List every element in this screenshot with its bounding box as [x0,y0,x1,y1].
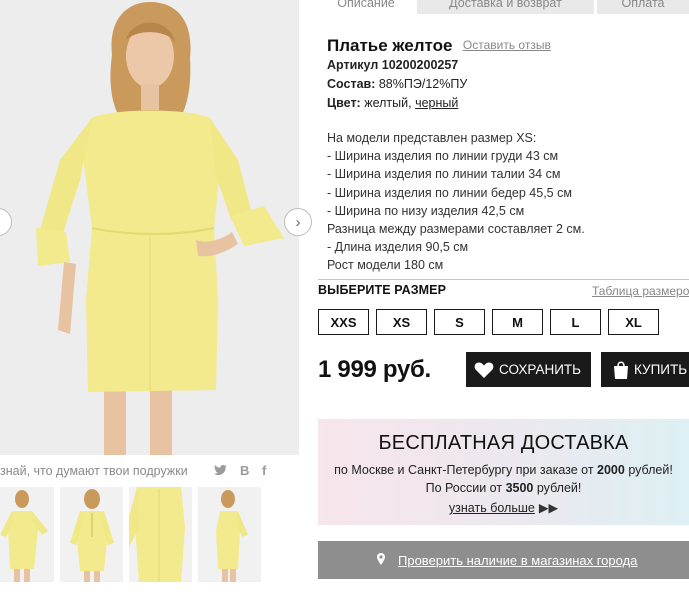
delivery-line-moscow: по Москве и Санкт-Петербургу при заказе … [318,463,689,477]
tab-payment[interactable]: Оплата [597,0,689,14]
buy-button[interactable]: КУПИТЬ [601,352,689,387]
thumbnail-closeup-image [129,487,192,582]
buy-button-label: КУПИТЬ [634,362,688,377]
delivery-text: рублей! [628,463,673,477]
composition-label: Состав: [327,77,376,91]
color-label: Цвет: [327,96,361,110]
size-table-link[interactable]: Таблица размеров [592,284,689,298]
product-price: 1 999 руб. [318,356,431,383]
size-option-l[interactable]: L [550,309,601,335]
chevron-left-icon: ‹ [0,215,1,230]
thumbnail-back-image [60,487,123,582]
check-availability-label: Проверить наличие в магазинах города [398,553,638,568]
sku-label: Артикул [327,58,379,72]
map-pin-icon [376,552,386,569]
vk-icon[interactable]: B [240,463,249,478]
thumbnail-4[interactable] [198,487,261,582]
composition-line: Состав: 88%ПЭ/12%ПУ [327,77,467,91]
size-option-xl[interactable]: XL [608,309,659,335]
description-line: - Длина изделия 90,5 см [327,240,469,255]
size-option-s[interactable]: S [434,309,485,335]
delivery-text: по Москве и Санкт-Петербургу при заказе … [334,463,594,477]
delivery-title: БЕСПЛАТНАЯ ДОСТАВКА [378,432,629,454]
size-selector-title: ВЫБЕРИТЕ РАЗМЕР [318,283,447,297]
heart-icon [474,361,494,379]
learn-more-label: узнать больше [448,501,535,515]
thumbnail-3[interactable] [129,487,192,582]
size-option-m[interactable]: M [492,309,543,335]
main-product-photo[interactable]: ‹ [0,0,299,455]
delivery-amount: 2000 [597,463,625,477]
color-line: Цвет: желтый, черный [327,96,458,110]
thumbnail-side-image [198,487,261,582]
thumbnail-1[interactable] [0,487,54,582]
shopping-bag-icon [613,360,629,380]
sku-line: Артикул 10200200257 [327,58,458,72]
color-current: желтый, [364,96,412,110]
size-option-xs[interactable]: XS [376,309,427,335]
free-delivery-banner: БЕСПЛАТНАЯ ДОСТАВКА по Москве и Санкт-Пе… [318,419,689,525]
composition-value: 88%ПЭ/12%ПУ [378,77,468,91]
share-text: знай, что думают твои подружки [0,464,188,478]
twitter-icon[interactable] [214,464,228,479]
delivery-text: рублей! [536,481,582,495]
description-line: Разница между размерами составляет 2 см. [327,222,585,237]
delivery-amount: 3500 [505,481,534,495]
section-divider [318,279,689,280]
tab-delivery-returns[interactable]: Доставка и возврат [417,0,594,14]
check-store-availability-button[interactable]: Проверить наличие в магазинах города [318,541,689,579]
description-line: - Ширина по низу изделия 42,5 см [327,203,525,218]
product-description: На модели представлен размер XS: - Ширин… [327,129,585,275]
delivery-line-russia: По России от 3500 рублей! [318,481,689,495]
delivery-learn-more-link[interactable]: узнать больше ▶▶ [318,500,689,515]
model-in-yellow-dress-image [0,0,299,455]
save-to-wishlist-button[interactable]: СОХРАНИТЬ [466,352,591,387]
gallery-next-arrow[interactable]: › [284,208,312,236]
facebook-icon[interactable]: f [262,463,266,478]
description-line: - Ширина изделия по линии бедер 45,5 см [327,185,572,200]
leave-review-link[interactable]: Оставить отзыв [463,38,551,52]
sku-value: 10200200257 [381,58,459,72]
save-button-label: СОХРАНИТЬ [499,362,582,377]
delivery-text: По России от [425,481,503,495]
tab-description[interactable]: Описание [318,0,414,14]
share-row: знай, что думают твои подружки B f [0,463,299,479]
chevron-right-icon: › [295,213,301,231]
double-arrow-right-icon: ▶▶ [538,501,559,515]
description-line: - Ширина изделия по линии талии 34 см [327,167,561,182]
color-option-black-link[interactable]: черный [415,96,458,110]
product-title-row: Платье желтое Оставить отзыв [327,36,551,56]
description-line: Рост модели 180 см [327,258,444,273]
thumbnail-front-image [0,487,54,582]
product-title: Платье желтое [327,36,453,55]
thumbnail-2[interactable] [60,487,123,582]
description-line: - Ширина изделия по линии груди 43 см [327,149,559,164]
description-line: На модели представлен размер XS: [327,131,537,145]
size-option-xxs[interactable]: XXS [318,309,369,335]
